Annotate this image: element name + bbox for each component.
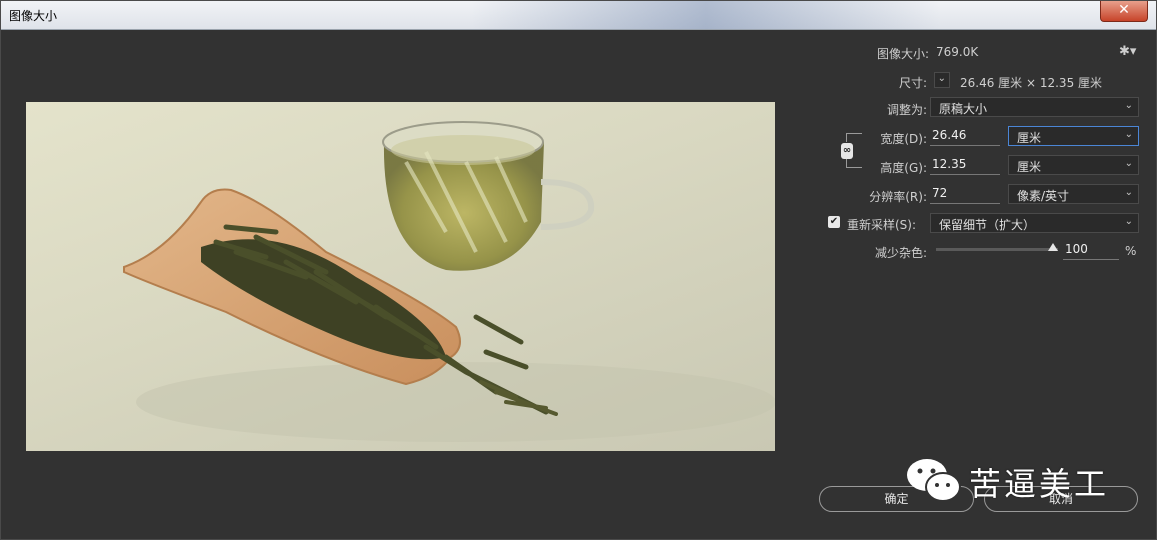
resample-method-dropdown[interactable]: 保留细节（扩大） ⌄ xyxy=(930,213,1139,233)
height-label: 高度(G): xyxy=(880,161,927,175)
width-label: 宽度(D): xyxy=(880,132,927,146)
watermark-text: 苦逼美工 xyxy=(969,465,1110,503)
dimensions-label: 尺寸: xyxy=(898,76,927,90)
image-size-label: 图像大小: xyxy=(876,47,929,61)
fit-to-label: 调整为: xyxy=(886,103,927,117)
resolution-label: 分辨率(R): xyxy=(869,190,927,204)
chevron-down-icon: ⌄ xyxy=(1124,100,1133,111)
height-input[interactable]: 12.35 xyxy=(930,155,1000,175)
wechat-logo-icon xyxy=(907,459,961,502)
reduce-noise-input[interactable]: 100 xyxy=(1063,240,1119,260)
dimensions-value: 26.46 厘米 × 12.35 厘米 xyxy=(960,76,1103,90)
resolution-unit-value: 像素/英寸 xyxy=(1017,189,1070,203)
chevron-down-icon: ⌄ xyxy=(937,73,946,84)
reduce-noise-slider-thumb[interactable] xyxy=(1048,243,1058,251)
reduce-noise-label: 减少杂色: xyxy=(874,246,927,260)
fit-to-dropdown[interactable]: 原稿大小 ⌄ xyxy=(930,97,1139,117)
height-unit-dropdown[interactable]: 厘米 ⌄ xyxy=(1008,155,1139,175)
chevron-down-icon: ⌄ xyxy=(1124,187,1133,198)
width-unit-dropdown[interactable]: 厘米 ⌄ xyxy=(1008,126,1139,146)
watermark: 苦逼美工 xyxy=(903,455,1143,505)
width-unit-value: 厘米 xyxy=(1017,131,1042,145)
close-button[interactable]: ✕ xyxy=(1100,1,1148,22)
resample-label: 重新采样(S): xyxy=(847,218,917,232)
background-window-blur xyxy=(471,1,941,29)
resample-checkbox[interactable]: ✔ xyxy=(828,216,840,228)
percent-unit: % xyxy=(1125,244,1137,258)
chevron-down-icon: ⌄ xyxy=(1124,158,1133,169)
resolution-input[interactable]: 72 xyxy=(930,184,1000,204)
title-bar: 图像大小 ✕ xyxy=(1,1,1156,30)
resample-method-value: 保留细节（扩大） xyxy=(939,218,1036,232)
width-input[interactable]: 26.46 xyxy=(930,126,1000,146)
window-title: 图像大小 xyxy=(9,9,58,23)
resolution-unit-dropdown[interactable]: 像素/英寸 ⌄ xyxy=(1008,184,1139,204)
tea-photo xyxy=(123,121,775,442)
dimensions-unit-dropdown[interactable]: ⌄ xyxy=(934,72,950,88)
image-preview[interactable] xyxy=(26,102,775,451)
gear-icon[interactable]: ✱▾ xyxy=(1119,44,1136,59)
height-unit-value: 厘米 xyxy=(1017,160,1042,174)
image-size-dialog: 图像大小 ✕ 图像大小: 769.0K ✱▾ 尺寸: ⌄ 26.46 厘米 × … xyxy=(0,0,1157,540)
reduce-noise-slider-track[interactable] xyxy=(936,248,1058,251)
chevron-down-icon: ⌄ xyxy=(1124,129,1133,140)
fit-to-value: 原稿大小 xyxy=(939,102,988,116)
chevron-down-icon: ⌄ xyxy=(1124,216,1133,227)
image-size-value: 769.0K xyxy=(936,45,979,59)
